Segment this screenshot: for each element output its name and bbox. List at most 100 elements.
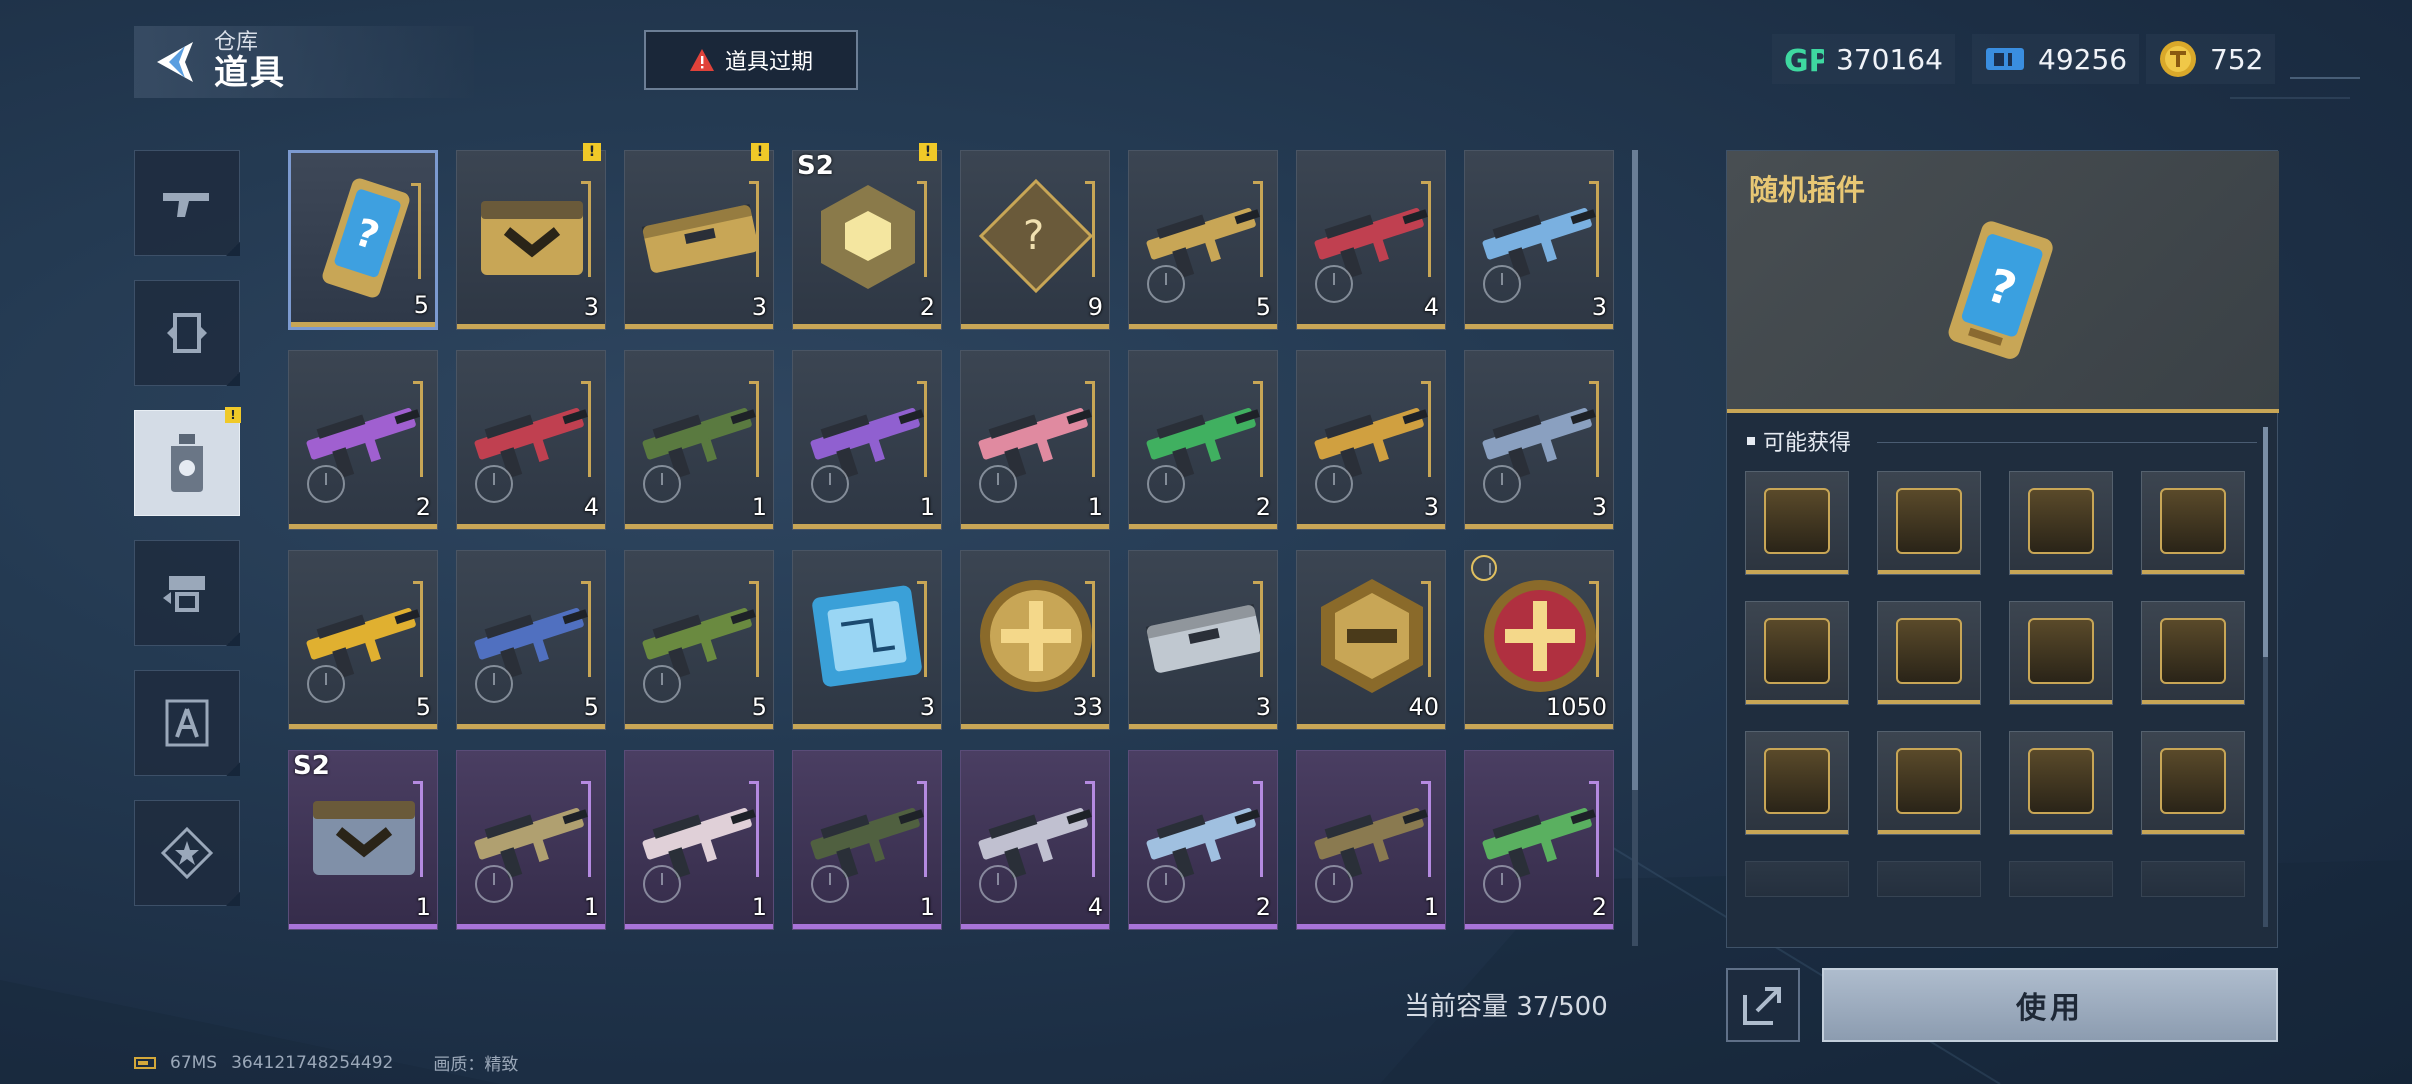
camo-rifle-item[interactable]: 1	[624, 350, 774, 530]
chip-card-item[interactable]: 3	[792, 550, 942, 730]
reward-item[interactable]	[2141, 731, 2245, 835]
violet-smg-item[interactable]: 1	[792, 350, 942, 530]
bullet-icon	[1747, 437, 1755, 445]
reward-item[interactable]	[2009, 601, 2113, 705]
stats-up-plugin-icon	[1896, 748, 1962, 814]
rarity-bar	[289, 924, 437, 929]
sidebar-tab-blueprints[interactable]	[134, 670, 240, 776]
alert-badge: !	[583, 143, 601, 161]
item-frame-decoration	[1253, 181, 1263, 277]
rarity-bar	[1878, 700, 1980, 704]
use-button[interactable]: 使用	[1822, 968, 2278, 1042]
blade-item[interactable]: 3	[1464, 350, 1614, 530]
frame-icon	[167, 313, 207, 353]
rarity-bar	[457, 524, 605, 529]
green-launcher-item[interactable]: 2	[1128, 350, 1278, 530]
reward-item[interactable]	[2009, 471, 2113, 575]
gold-rifle-item[interactable]: 5	[1128, 150, 1278, 330]
clock-icon	[307, 665, 345, 703]
grid-scrollbar-thumb[interactable]	[1632, 150, 1638, 790]
pink-rifle-item[interactable]: 1	[960, 350, 1110, 530]
item-frame-decoration	[1253, 781, 1263, 877]
blueprint-mystery-item[interactable]: ? 9	[960, 150, 1110, 330]
blue-sniper-item[interactable]: 5	[456, 550, 606, 730]
blue-crossbow-item[interactable]: 2	[1128, 750, 1278, 930]
pig-coin-item[interactable]: 1050	[1464, 550, 1614, 730]
reward-item[interactable]	[2141, 471, 2245, 575]
gold-medal-item[interactable]: 33	[960, 550, 1110, 730]
gun-speed-plugin-icon	[2160, 618, 2226, 684]
item-frame-decoration	[1085, 381, 1095, 477]
reward-item[interactable]	[1745, 471, 1849, 575]
purple-rifle-2-item[interactable]: 1	[456, 750, 606, 930]
sidebar-tab-weapons[interactable]	[134, 150, 240, 256]
reward-item[interactable]	[1877, 601, 1981, 705]
items-alert-badge: !	[225, 407, 241, 423]
rarity-bar	[793, 324, 941, 329]
gp-currency[interactable]: GP 370164	[1772, 34, 1955, 84]
green-smg-item[interactable]: 2	[1464, 750, 1614, 930]
back-button[interactable]	[134, 26, 214, 98]
sidebar-tab-frames[interactable]	[134, 280, 240, 386]
sniper-item[interactable]: 4	[456, 350, 606, 530]
bullets-plugin-icon	[2028, 618, 2094, 684]
clock-icon	[811, 465, 849, 503]
purple-rifle-item[interactable]: 2	[288, 350, 438, 530]
item-count: 1	[919, 893, 935, 921]
possible-rewards-label: 可能获得	[1763, 431, 1852, 456]
random-plugin-item[interactable]: ? 5	[288, 150, 438, 330]
metal-case-item[interactable]: 3	[1128, 550, 1278, 730]
reward-item[interactable]	[1745, 731, 1849, 835]
rarity-bar	[625, 924, 773, 929]
ticket-value: 49256	[2038, 42, 2128, 76]
quality-text: 画质：精致	[433, 1055, 519, 1075]
crossbow-item[interactable]: 4	[960, 750, 1110, 930]
rarity-bar	[457, 724, 605, 729]
gold-case-item[interactable]: ! 3	[624, 143, 774, 330]
shield-plugin-icon	[1764, 748, 1830, 814]
item-count: 4	[1087, 893, 1103, 921]
item-detail-title: 随机插件	[1749, 173, 1866, 207]
share-button[interactable]	[1726, 968, 1800, 1042]
red-launcher-item[interactable]: 4	[1296, 150, 1446, 330]
expired-items-button[interactable]: 道具过期	[644, 30, 858, 90]
ticket-currency[interactable]: 49256	[1972, 34, 2140, 84]
bronze-rifle-item[interactable]: 1	[1296, 750, 1446, 930]
reward-item[interactable]	[1745, 601, 1849, 705]
item-frame-decoration	[413, 381, 423, 477]
item-frame-decoration	[1589, 381, 1599, 477]
item-count: 5	[751, 693, 767, 721]
rewards-scrollbar-thumb[interactable]	[2263, 427, 2268, 657]
blue-pistol-item[interactable]: 3	[1464, 150, 1614, 330]
sidebar-tab-items[interactable]: !	[134, 407, 241, 516]
rarity-bar	[793, 724, 941, 729]
reward-item[interactable]	[1877, 471, 1981, 575]
item-count: 3	[1423, 493, 1439, 521]
gp-icon: GP	[1784, 44, 1824, 77]
reward-item[interactable]	[1877, 731, 1981, 835]
item-count: 1050	[1545, 693, 1607, 721]
reward-item[interactable]	[2141, 601, 2245, 705]
green-pistol-item[interactable]: 5	[624, 550, 774, 730]
yellow-rifle-item[interactable]: 5	[288, 550, 438, 730]
sidebar-tab-badges[interactable]	[134, 800, 240, 906]
gun-badge-item[interactable]: 40	[1296, 550, 1446, 730]
item-frame-decoration	[1421, 181, 1431, 277]
item-frame-decoration	[1589, 781, 1599, 877]
character-crate-item[interactable]: S2 1	[288, 750, 438, 930]
sidebar-tab-attachments[interactable]	[134, 540, 240, 646]
item-count: 2	[919, 293, 935, 321]
item-bottle-icon	[171, 434, 203, 492]
dark-rifle-item[interactable]: 1	[792, 750, 942, 930]
s2-cube-item[interactable]: S2! 2	[792, 143, 942, 330]
reward-item[interactable]	[2009, 731, 2113, 835]
item-count: 1	[751, 493, 767, 521]
supply-crate-item[interactable]: ! 3	[456, 143, 606, 330]
expired-items-label: 道具过期	[724, 50, 813, 75]
random-plugin-card-icon: ?	[1948, 221, 2053, 359]
coin-currency[interactable]: 752	[2146, 34, 2276, 84]
gold-shotgun-item[interactable]: 3	[1296, 350, 1446, 530]
white-rifle-item[interactable]: 1	[624, 750, 774, 930]
clock-icon	[1483, 265, 1521, 303]
rarity-bar	[1465, 524, 1613, 529]
